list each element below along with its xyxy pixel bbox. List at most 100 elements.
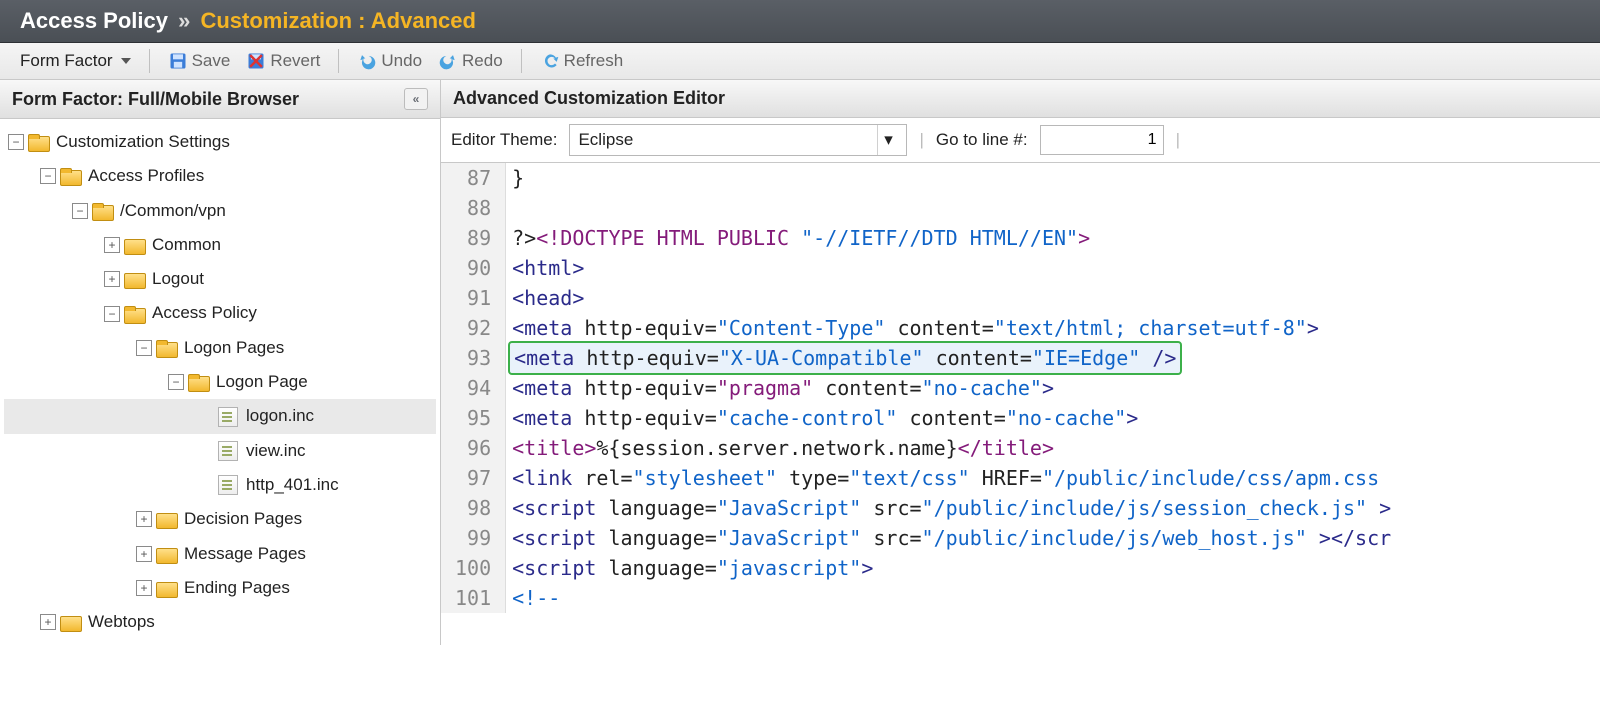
tree-item[interactable]: + Common xyxy=(4,228,436,262)
chevron-down-icon xyxy=(121,58,131,64)
tree-item[interactable]: +Logout xyxy=(4,262,436,296)
collapse-icon[interactable]: − xyxy=(136,340,152,356)
tree-item-label: Customization Settings xyxy=(56,126,230,158)
tree-item-label: Logon Pages xyxy=(184,332,284,364)
tree-item-label: /Common/vpn xyxy=(120,195,226,227)
expand-icon[interactable]: + xyxy=(104,237,120,253)
left-panel-header: Form Factor: Full/Mobile Browser « xyxy=(0,80,440,119)
code-line[interactable] xyxy=(512,193,1391,223)
tree-item[interactable]: http_401.inc xyxy=(4,468,436,502)
tree-item[interactable]: + Ending Pages xyxy=(4,571,436,605)
folder-open-icon xyxy=(60,168,80,184)
code-line[interactable]: <html> xyxy=(512,253,1391,283)
theme-select[interactable]: Eclipse ▾ xyxy=(569,124,907,156)
toolbar: Form Factor Save Revert Undo Redo Refres… xyxy=(0,43,1600,80)
code-editor[interactable]: 87888990919293949596979899100101 } ?><!D… xyxy=(441,163,1600,613)
undo-icon xyxy=(357,51,377,71)
folder-open-icon xyxy=(188,374,208,390)
tree-item[interactable]: + Message Pages xyxy=(4,537,436,571)
tree-item[interactable]: − Access Profiles xyxy=(4,159,436,193)
code-line[interactable]: <script language="JavaScript" src="/publ… xyxy=(512,523,1391,553)
tree-item-label: logon.inc xyxy=(246,400,314,432)
folder-open-icon xyxy=(156,340,176,356)
chevron-down-icon: ▾ xyxy=(877,125,898,155)
refresh-icon xyxy=(540,51,560,71)
code-line[interactable]: <head> xyxy=(512,283,1391,313)
tree-item-label: view.inc xyxy=(246,435,306,467)
code-line[interactable]: ?><!DOCTYPE HTML PUBLIC "-//IETF//DTD HT… xyxy=(512,223,1391,253)
code-line[interactable]: <!-- xyxy=(512,583,1391,613)
collapse-icon[interactable]: − xyxy=(8,134,24,150)
tree-item-label: Access Profiles xyxy=(88,160,204,192)
editor-toolbar: Editor Theme: Eclipse ▾ | Go to line #: … xyxy=(441,118,1600,163)
collapse-icon[interactable]: − xyxy=(72,203,88,219)
highlighted-line: <meta http-equiv="X-UA-Compatible" conte… xyxy=(508,341,1182,375)
code-line[interactable]: <meta http-equiv="pragma" content="no-ca… xyxy=(512,373,1391,403)
tree-item[interactable]: view.inc xyxy=(4,434,436,468)
tree-item[interactable]: − Logon Pages xyxy=(4,331,436,365)
tree-item-label: Common xyxy=(152,229,221,261)
tree-item[interactable]: logon.inc xyxy=(4,399,436,433)
code-line[interactable]: <meta http-equiv="X-UA-Compatible" conte… xyxy=(512,343,1391,373)
editor-panel-header: Advanced Customization Editor xyxy=(441,80,1600,118)
code-line[interactable]: <script language="JavaScript" src="/publ… xyxy=(512,493,1391,523)
code-lines[interactable]: } ?><!DOCTYPE HTML PUBLIC "-//IETF//DTD … xyxy=(506,163,1397,613)
refresh-button[interactable]: Refresh xyxy=(536,49,628,73)
collapse-left-button[interactable]: « xyxy=(404,88,428,110)
code-line[interactable]: <link rel="stylesheet" type="text/css" H… xyxy=(512,463,1391,493)
breadcrumb-current: Customization : Advanced xyxy=(200,8,475,33)
tree-item[interactable]: + Webtops xyxy=(4,605,436,639)
goto-line-input[interactable] xyxy=(1040,125,1164,155)
folder-icon xyxy=(60,614,80,630)
theme-value: Eclipse xyxy=(578,130,633,150)
collapse-icon[interactable]: − xyxy=(104,306,120,322)
collapse-icon[interactable]: − xyxy=(168,374,184,390)
tree-item-label: Webtops xyxy=(88,606,155,638)
breadcrumb-separator: » xyxy=(178,8,190,33)
revert-button[interactable]: Revert xyxy=(242,49,324,73)
code-line[interactable]: } xyxy=(512,163,1391,193)
spacer xyxy=(200,478,214,492)
tree-item[interactable]: − Customization Settings xyxy=(4,125,436,159)
folder-open-icon xyxy=(28,134,48,150)
expand-icon[interactable]: + xyxy=(40,614,56,630)
tree-item[interactable]: +Decision Pages xyxy=(4,502,436,536)
redo-icon xyxy=(438,51,458,71)
code-line[interactable]: <script language="javascript"> xyxy=(512,553,1391,583)
spacer xyxy=(200,410,214,424)
folder-icon xyxy=(156,511,176,527)
expand-icon[interactable]: + xyxy=(136,511,152,527)
editor-panel: Advanced Customization Editor Editor The… xyxy=(441,80,1600,645)
save-icon xyxy=(168,51,188,71)
tree-item-label: http_401.inc xyxy=(246,469,339,501)
tree-item[interactable]: −Access Policy xyxy=(4,296,436,330)
tree-item-label: Message Pages xyxy=(184,538,306,570)
code-line[interactable]: <title>%{session.server.network.name}</t… xyxy=(512,433,1391,463)
tree-item[interactable]: − /Common/vpn xyxy=(4,194,436,228)
left-panel-title: Form Factor: Full/Mobile Browser xyxy=(12,89,299,110)
form-factor-dropdown[interactable]: Form Factor xyxy=(16,49,135,73)
redo-button[interactable]: Redo xyxy=(434,49,507,73)
expand-icon[interactable]: + xyxy=(136,580,152,596)
tree-item-label: Ending Pages xyxy=(184,572,290,604)
left-panel: Form Factor: Full/Mobile Browser « −Cust… xyxy=(0,80,441,645)
tree: −Customization Settings−Access Profiles−… xyxy=(0,119,440,645)
breadcrumb-root[interactable]: Access Policy xyxy=(20,8,168,33)
separator xyxy=(521,49,522,73)
theme-label: Editor Theme: xyxy=(451,130,557,150)
tree-item[interactable]: −Logon Page xyxy=(4,365,436,399)
file-icon xyxy=(218,475,238,495)
folder-open-icon xyxy=(124,306,144,322)
undo-button[interactable]: Undo xyxy=(353,49,426,73)
expand-icon[interactable]: + xyxy=(104,271,120,287)
separator xyxy=(338,49,339,73)
code-line[interactable]: <meta http-equiv="cache-control" content… xyxy=(512,403,1391,433)
save-button[interactable]: Save xyxy=(164,49,235,73)
breadcrumb: Access Policy » Customization : Advanced xyxy=(0,0,1600,43)
collapse-icon[interactable]: − xyxy=(40,168,56,184)
editor-title: Advanced Customization Editor xyxy=(453,88,725,109)
expand-icon[interactable]: + xyxy=(136,546,152,562)
code-line[interactable]: <meta http-equiv="Content-Type" content=… xyxy=(512,313,1391,343)
goto-label: Go to line #: xyxy=(936,130,1028,150)
file-icon xyxy=(218,407,238,427)
